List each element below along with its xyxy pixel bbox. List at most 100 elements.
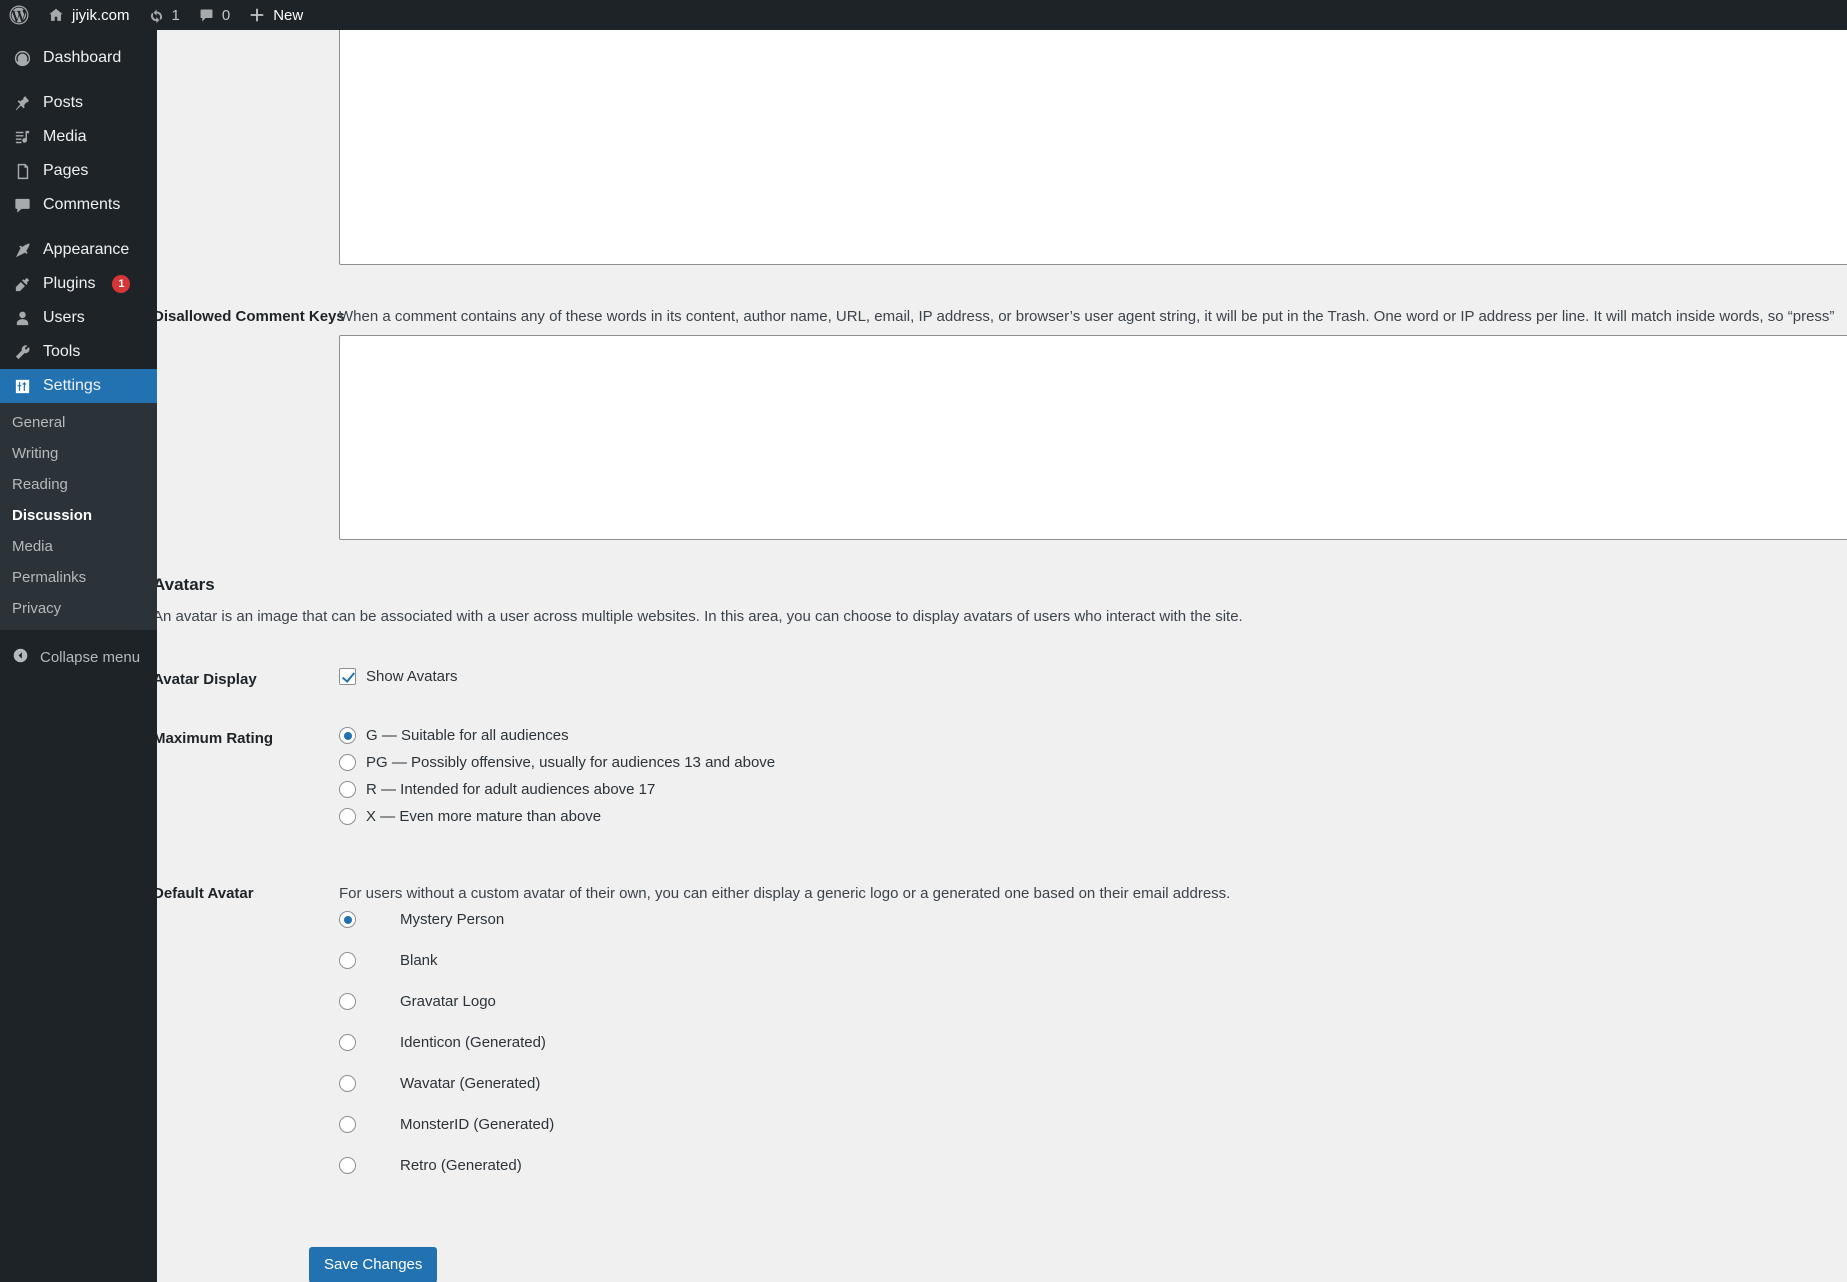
plus-icon [248,6,266,24]
submenu-item-media[interactable]: Media [0,531,157,562]
submenu-item-writing[interactable]: Writing [0,438,157,469]
sidebar-item-label: Tools [43,343,81,360]
maximum-rating-option-g[interactable]: G — Suitable for all audiences [339,727,569,744]
disallowed-comment-keys-textarea[interactable] [339,335,1847,540]
sidebar-item-tools[interactable]: Tools [0,335,157,369]
pin-icon [12,93,32,113]
site-name-menu[interactable]: jiyik.com [38,0,139,30]
menu-separator-1 [0,75,157,86]
radio-avatar-blank-label: Blank [400,952,438,969]
avatar-display-label: Avatar Display [157,671,257,688]
sidebar-item-label: Pages [43,162,89,179]
default-avatar-option-identicon[interactable]: Identicon (Generated) [339,1034,546,1051]
sidebar-item-label: Settings [43,377,101,394]
new-label: New [273,6,304,24]
updates-count: 1 [171,6,180,24]
sidebar-item-label: Users [43,309,85,326]
submenu-item-general[interactable]: General [0,407,157,438]
site-name-label: jiyik.com [72,6,130,24]
home-icon [47,6,65,24]
new-content-menu[interactable]: New [239,0,312,30]
radio-rating-pg[interactable] [339,754,356,771]
sidebar-item-label: Dashboard [43,49,122,66]
submenu-item-discussion[interactable]: Discussion [0,500,157,531]
submenu-item-reading[interactable]: Reading [0,469,157,500]
radio-avatar-retro[interactable] [339,1157,356,1174]
avatars-section-description: An avatar is an image that can be associ… [157,608,1243,625]
page-icon [12,161,32,181]
media-icon [12,127,32,147]
radio-avatar-gravatar-logo-label: Gravatar Logo [400,993,496,1010]
radio-avatar-wavatar-label: Wavatar (Generated) [400,1075,541,1092]
default-avatar-option-wavatar[interactable]: Wavatar (Generated) [339,1075,540,1092]
radio-avatar-wavatar[interactable] [339,1075,356,1092]
maximum-rating-option-x[interactable]: X — Even more mature than above [339,808,601,825]
comment-bubble-icon [12,195,32,215]
radio-rating-g[interactable] [339,727,356,744]
chevron-left-circle-icon [12,647,29,668]
sidebar-item-pages[interactable]: Pages [0,154,157,188]
plugins-update-badge: 1 [112,275,131,293]
update-arrows-icon [148,7,165,24]
radio-avatar-gravatar-logo[interactable] [339,993,356,1010]
comments-menu[interactable]: 0 [189,0,239,30]
radio-avatar-mystery-person-label: Mystery Person [400,911,505,928]
radio-avatar-blank[interactable] [339,952,356,969]
sidebar-item-appearance[interactable]: Appearance [0,233,157,267]
sidebar-item-settings[interactable]: Settings [0,369,165,403]
maximum-rating-label: Maximum Rating [157,730,274,747]
radio-avatar-monsterid-label: MonsterID (Generated) [400,1116,555,1133]
wordpress-logo-icon [9,5,29,25]
radio-avatar-mystery-person[interactable] [339,911,356,928]
collapse-menu-label: Collapse menu [40,648,141,666]
sidebar-item-label: Media [43,128,87,145]
show-avatars-checkbox-row[interactable]: Show Avatars [339,668,457,685]
sidebar-item-label: Posts [43,94,84,111]
user-icon [12,308,32,328]
admin-sidebar-menu: Dashboard Posts Media Pages Comments App… [0,30,165,1282]
default-avatar-label: Default Avatar [157,885,254,902]
sidebar-item-users[interactable]: Users [0,301,157,335]
default-avatar-option-gravatar-logo[interactable]: Gravatar Logo [339,993,496,1010]
sidebar-item-label: Appearance [43,241,130,258]
collapse-menu-button[interactable]: Collapse menu [0,640,157,674]
comment-moderation-keys-textarea[interactable] [339,30,1847,265]
paintbrush-icon [12,240,32,260]
maximum-rating-option-pg[interactable]: PG — Possibly offensive, usually for aud… [339,754,775,771]
show-avatars-checkbox[interactable] [339,668,356,685]
sidebar-item-label: Plugins [43,275,96,292]
submenu-item-permalinks[interactable]: Permalinks [0,562,157,593]
default-avatar-option-monsterid[interactable]: MonsterID (Generated) [339,1116,554,1133]
radio-rating-pg-label: PG — Possibly offensive, usually for aud… [366,754,776,771]
plug-icon [12,274,32,294]
wrench-icon [12,342,32,362]
save-changes-button[interactable]: Save Changes [309,1247,438,1282]
sidebar-item-posts[interactable]: Posts [0,86,157,120]
sidebar-item-label: Comments [43,196,121,213]
sidebar-item-comments[interactable]: Comments [0,188,157,222]
radio-rating-r-label: R — Intended for adult audiences above 1… [366,781,656,798]
submenu-item-privacy[interactable]: Privacy [0,593,157,624]
radio-avatar-identicon-label: Identicon (Generated) [400,1034,546,1051]
default-avatar-description: For users without a custom avatar of the… [339,885,1231,902]
avatars-section-title: Avatars [157,575,215,594]
disallowed-comment-keys-label: Disallowed Comment Keys [157,308,345,325]
sidebar-item-dashboard[interactable]: Dashboard [0,41,157,75]
comment-bubble-icon [198,7,215,24]
settings-sliders-icon [12,376,32,396]
maximum-rating-option-r[interactable]: R — Intended for adult audiences above 1… [339,781,655,798]
radio-rating-x-label: X — Even more mature than above [366,808,602,825]
radio-rating-x[interactable] [339,808,356,825]
admin-bar: jiyik.com 1 0 New [0,0,1847,30]
updates-menu[interactable]: 1 [139,0,189,30]
menu-separator-2 [0,222,157,233]
sidebar-item-plugins[interactable]: Plugins 1 [0,267,157,301]
radio-avatar-monsterid[interactable] [339,1116,356,1133]
sidebar-item-media[interactable]: Media [0,120,157,154]
wp-logo-menu[interactable] [0,0,38,30]
default-avatar-option-retro[interactable]: Retro (Generated) [339,1157,522,1174]
default-avatar-option-blank[interactable]: Blank [339,952,438,969]
radio-rating-r[interactable] [339,781,356,798]
radio-avatar-identicon[interactable] [339,1034,356,1051]
default-avatar-option-mystery-person[interactable]: Mystery Person [339,911,504,928]
